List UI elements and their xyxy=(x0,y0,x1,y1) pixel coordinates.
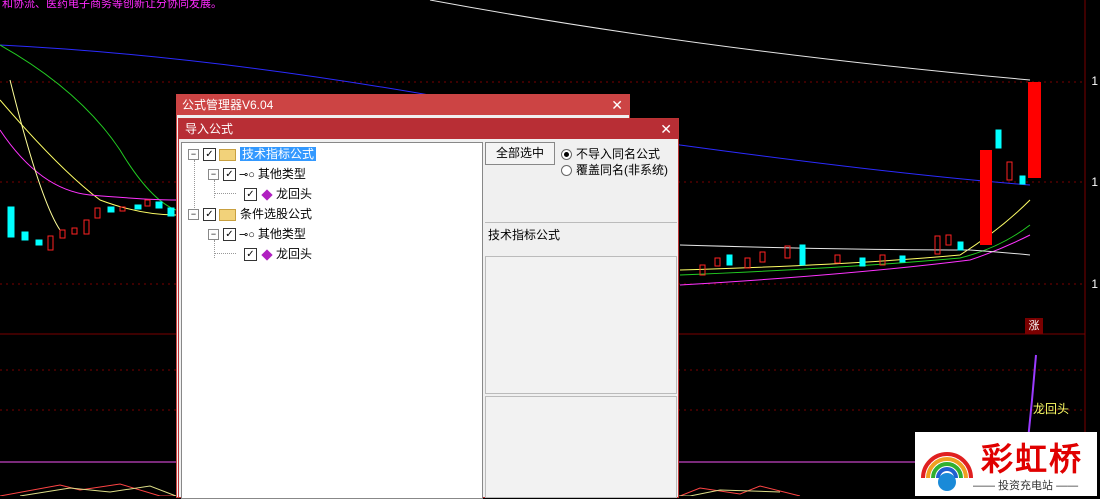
formula-gem-icon xyxy=(261,249,273,261)
formula-manager-titlebar[interactable]: 公式管理器V6.04 ✕ xyxy=(177,95,629,115)
collapse-icon[interactable]: − xyxy=(208,169,219,181)
tree-node-long-hui-tou[interactable]: ✓ 龙回头 xyxy=(244,185,312,203)
collapse-icon[interactable]: − xyxy=(188,149,199,161)
radio-button[interactable] xyxy=(561,149,572,161)
tree-node-label: 龙回头 xyxy=(276,247,313,261)
key-icon: ⊸○ xyxy=(239,228,255,241)
radio-label: 覆盖同名(非系统) xyxy=(576,163,668,177)
folder-icon xyxy=(219,208,236,221)
checkbox-long-hui-tou[interactable]: ✓ xyxy=(244,188,257,202)
collapse-icon[interactable]: − xyxy=(188,209,199,221)
formula-tree[interactable]: − ✓ 技术指标公式 − ✓ ⊸○ 其他类型 ✓ 龙回头 − ✓ 条件选股公式 − ✓ ⊸○ 其他类型… xyxy=(181,142,483,499)
formula-parameter-pane[interactable] xyxy=(485,396,677,498)
key-icon: ⊸○ xyxy=(239,168,255,181)
watermark-brand: 彩虹桥 xyxy=(981,440,1084,478)
checkbox-long-hui-tou[interactable]: ✓ xyxy=(244,248,257,262)
tree-node-label: 龙回头 xyxy=(276,187,313,201)
divider xyxy=(485,222,677,223)
import-dialog-titlebar[interactable]: 导入公式 ✕ xyxy=(179,119,678,139)
checkbox-indicator-formulas[interactable]: ✓ xyxy=(203,148,216,162)
watermark-logo: 彩虹桥 —— 投资充电站 —— xyxy=(915,432,1097,496)
radio-skip-duplicates[interactable]: 不导入同名公式 xyxy=(561,146,660,162)
checkbox-other-types[interactable]: ✓ xyxy=(223,228,236,242)
folder-icon xyxy=(219,148,236,161)
tree-node-long-hui-tou[interactable]: ✓ 龙回头 xyxy=(244,245,312,263)
tree-node-label: 技术指标公式 xyxy=(240,147,317,161)
indicator-label: 龙回头 xyxy=(1033,402,1070,416)
select-all-button[interactable]: 全部选中 xyxy=(485,142,555,165)
tree-node-other-types[interactable]: − ✓ ⊸○ 其他类型 xyxy=(208,165,306,183)
price-axis-label: 1 xyxy=(1091,277,1098,291)
import-formula-dialog: 导入公式 ✕ − ✓ 技术指标公式 − ✓ ⊸○ 其他类型 ✓ 龙回头 − ✓ 条件选股公式 −… xyxy=(178,118,679,499)
rise-badge: 涨 xyxy=(1025,318,1043,334)
tree-node-label: 其他类型 xyxy=(257,167,306,181)
formula-description-pane[interactable] xyxy=(485,256,677,394)
watermark-slogan: —— 投资充电站 —— xyxy=(973,480,1079,492)
tree-node-screening-formulas[interactable]: − ✓ 条件选股公式 xyxy=(188,205,312,223)
formula-gem-icon xyxy=(261,189,273,201)
news-ticker: 和协流、医药电子商务等创新让分协同发展。 xyxy=(2,0,222,10)
tree-node-label: 其他类型 xyxy=(257,227,306,241)
radio-overwrite-duplicates[interactable]: 覆盖同名(非系统) xyxy=(561,162,668,178)
tree-node-other-types[interactable]: − ✓ ⊸○ 其他类型 xyxy=(208,225,306,243)
formula-type-label: 技术指标公式 xyxy=(488,228,561,242)
rainbow-logo-icon xyxy=(921,452,973,491)
close-icon[interactable]: ✕ xyxy=(660,119,672,139)
tree-node-label: 条件选股公式 xyxy=(240,207,313,221)
price-axis-label: 1 xyxy=(1091,74,1098,88)
checkbox-other-types[interactable]: ✓ xyxy=(223,168,236,182)
close-icon[interactable]: ✕ xyxy=(611,95,623,115)
collapse-icon[interactable]: − xyxy=(208,229,219,241)
radio-label: 不导入同名公式 xyxy=(576,147,661,161)
tree-node-indicator-formulas[interactable]: − ✓ 技术指标公式 xyxy=(188,145,317,163)
dialog-title: 导入公式 xyxy=(185,122,234,136)
window-title: 公式管理器V6.04 xyxy=(182,98,274,112)
checkbox-screening-formulas[interactable]: ✓ xyxy=(203,208,216,222)
price-axis-label: 1 xyxy=(1091,175,1098,189)
radio-button[interactable] xyxy=(561,165,572,177)
